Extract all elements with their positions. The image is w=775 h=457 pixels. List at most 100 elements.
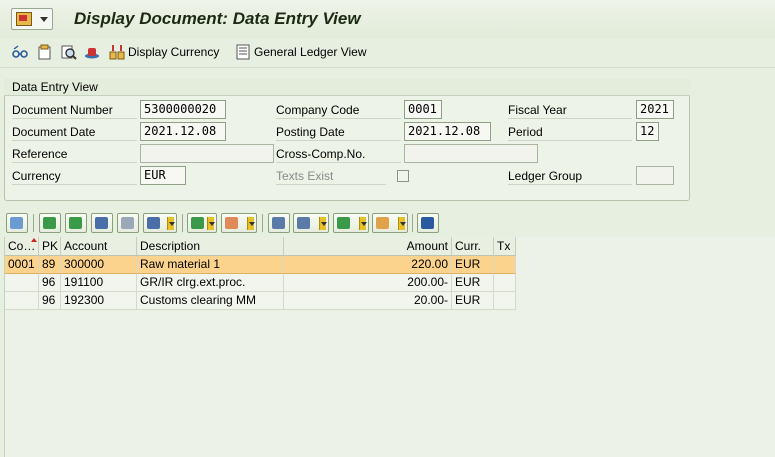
cell-currency[interactable]: EUR [452, 256, 494, 274]
binoculars-icon [95, 217, 108, 229]
chevron-down-icon [398, 217, 406, 230]
cross-comp-label: Cross-Comp.No. [276, 145, 401, 163]
posting-date-label: Posting Date [276, 123, 401, 141]
cell-tax[interactable] [494, 256, 516, 274]
reference-field[interactable] [140, 144, 274, 163]
chevron-down-icon [319, 217, 327, 230]
document-number-field[interactable]: 5300000020 [140, 100, 226, 119]
cross-comp-field[interactable] [404, 144, 538, 163]
ledger-group-field[interactable] [636, 166, 674, 185]
fiscal-year-field[interactable]: 2021 [636, 100, 674, 119]
details-button[interactable] [6, 213, 28, 233]
ledger-icon[interactable] [235, 44, 251, 60]
texts-exist-checkbox[interactable] [397, 170, 409, 182]
export-icon [337, 217, 350, 229]
cell-company[interactable] [5, 292, 39, 310]
info-icon [421, 217, 434, 229]
layout-button[interactable] [372, 213, 408, 233]
subtotal-icon [225, 217, 238, 229]
find-button[interactable] [91, 213, 113, 233]
document-number-label: Document Number [12, 101, 137, 119]
group-header [4, 79, 690, 96]
filter-button[interactable] [143, 213, 177, 233]
currency-label: Currency [12, 167, 137, 185]
display-currency-button[interactable]: Display Currency [128, 45, 219, 59]
toolbar-separator [412, 214, 413, 232]
toolbar-separator [33, 214, 34, 232]
sort-descending-button[interactable] [65, 213, 87, 233]
views-icon [297, 217, 310, 229]
cell-account[interactable]: 192300 [61, 292, 137, 310]
layout-icon [376, 217, 389, 229]
sort-ascending-button[interactable] [39, 213, 61, 233]
cell-pk[interactable]: 96 [39, 274, 61, 292]
toolbar-separator [262, 214, 263, 232]
fiscal-year-label: Fiscal Year [508, 101, 632, 119]
total-button[interactable] [187, 213, 217, 233]
texts-exist-label: Texts Exist [276, 167, 386, 185]
chevron-down-icon [40, 17, 48, 22]
column-header-account[interactable]: Account [61, 237, 137, 256]
company-code-label: Company Code [276, 101, 401, 119]
currency-field[interactable]: EUR [140, 166, 186, 185]
glasses-icon[interactable] [12, 44, 28, 60]
document-date-label: Document Date [12, 123, 137, 141]
cell-description[interactable]: Raw material 1 [137, 256, 284, 274]
cell-account[interactable]: 300000 [61, 256, 137, 274]
cell-tax[interactable] [494, 274, 516, 292]
cell-company[interactable]: 0001 [5, 256, 39, 274]
information-button[interactable] [417, 213, 439, 233]
display-currency-icon[interactable] [109, 44, 125, 60]
posting-date-field[interactable]: 2021.12.08 [404, 122, 491, 141]
general-ledger-view-button[interactable]: General Ledger View [254, 45, 367, 59]
magnify-icon [10, 217, 23, 229]
cell-amount[interactable]: 20.00- [284, 292, 452, 310]
chevron-down-icon [167, 217, 175, 230]
subtotal-button[interactable] [221, 213, 257, 233]
company-code-field[interactable]: 0001 [404, 100, 442, 119]
cell-account[interactable]: 191100 [61, 274, 137, 292]
cell-company[interactable] [5, 274, 39, 292]
column-header-description[interactable]: Description [137, 237, 284, 256]
group-title: Data Entry View [12, 80, 98, 94]
cell-description[interactable]: GR/IR clrg.ext.proc. [137, 274, 284, 292]
menu-icon-mark [19, 15, 27, 21]
page-title: Display Document: Data Entry View [74, 9, 361, 28]
print-button[interactable] [268, 213, 290, 233]
sort-ascending-icon [43, 217, 56, 229]
cell-currency[interactable]: EUR [452, 292, 494, 310]
toolbar-separator [182, 214, 183, 232]
filter-icon [147, 217, 160, 229]
cell-currency[interactable]: EUR [452, 274, 494, 292]
reference-label: Reference [12, 145, 137, 163]
export-button[interactable] [333, 213, 369, 233]
chevron-down-icon [247, 217, 255, 230]
period-field[interactable]: 12 [636, 122, 659, 141]
views-button[interactable] [293, 213, 329, 233]
binoculars-next-icon [121, 217, 134, 229]
column-header-amount[interactable]: Amount [284, 237, 452, 256]
cell-amount[interactable]: 220.00 [284, 256, 452, 274]
period-label: Period [508, 123, 632, 141]
find-next-button[interactable] [117, 213, 139, 233]
cell-pk[interactable]: 89 [39, 256, 61, 274]
cell-pk[interactable]: 96 [39, 292, 61, 310]
sort-indicator-icon [31, 238, 37, 242]
print-icon [272, 217, 285, 229]
document-date-field[interactable]: 2021.12.08 [140, 122, 226, 141]
cell-description[interactable]: Customs clearing MM [137, 292, 284, 310]
column-header-tax[interactable]: Tx [494, 237, 516, 256]
column-header-currency[interactable]: Curr. [452, 237, 494, 256]
sum-icon [191, 217, 204, 229]
column-header-pk[interactable]: PK [39, 237, 61, 256]
chevron-down-icon [359, 217, 367, 230]
magnify-icon[interactable] [61, 44, 77, 60]
hat-icon[interactable] [84, 44, 100, 60]
system-menu-button[interactable] [11, 8, 53, 30]
sort-descending-icon [69, 217, 82, 229]
cell-amount[interactable]: 200.00- [284, 274, 452, 292]
chevron-down-icon [207, 217, 215, 230]
cell-tax[interactable] [494, 292, 516, 310]
ledger-group-label: Ledger Group [508, 167, 632, 185]
document-icon[interactable] [37, 44, 53, 60]
